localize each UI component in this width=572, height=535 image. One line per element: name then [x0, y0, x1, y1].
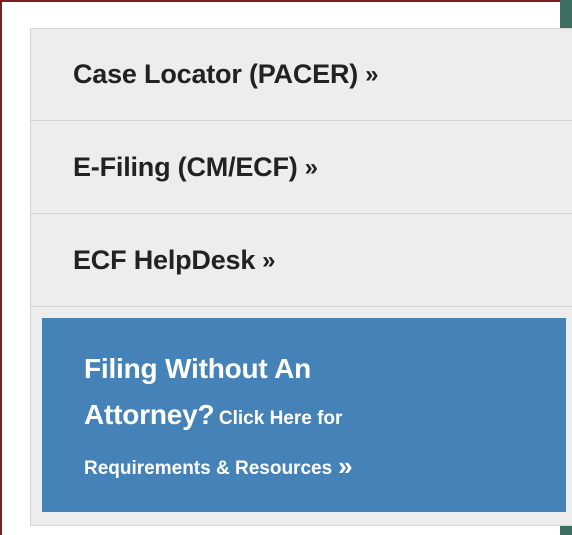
ecf-helpdesk-link[interactable]: ECF HelpDesk »: [31, 215, 572, 307]
ecf-helpdesk-label: ECF HelpDesk: [73, 245, 256, 275]
filing-without-attorney-button[interactable]: Filing Without An Attorney? Click Here f…: [42, 318, 566, 512]
case-locator-link[interactable]: Case Locator (PACER) »: [31, 29, 572, 121]
e-filing-label: E-Filing (CM/ECF): [73, 152, 298, 182]
callout-line-3: Requirements & Resources»: [84, 438, 566, 497]
callout-line-1: Filing Without An: [84, 353, 312, 384]
quick-links-panel: Case Locator (PACER) » E-Filing (CM/ECF)…: [30, 28, 572, 526]
case-locator-label: Case Locator (PACER): [73, 59, 359, 89]
e-filing-link[interactable]: E-Filing (CM/ECF) »: [31, 122, 572, 214]
callout-click-here-text: Click Here for: [218, 408, 343, 429]
chevron-right-icon: »: [262, 246, 276, 274]
page-frame: Case Locator (PACER) » E-Filing (CM/ECF)…: [0, 0, 572, 535]
chevron-right-icon: »: [304, 153, 318, 181]
callout-requirements-text: Requirements & Resources: [84, 458, 333, 479]
chevron-right-icon: »: [365, 60, 379, 88]
chevron-right-icon: »: [338, 451, 353, 481]
callout-line-2: Attorney? Click Here for: [84, 392, 566, 438]
callout-attorney-text: Attorney?: [84, 399, 215, 430]
